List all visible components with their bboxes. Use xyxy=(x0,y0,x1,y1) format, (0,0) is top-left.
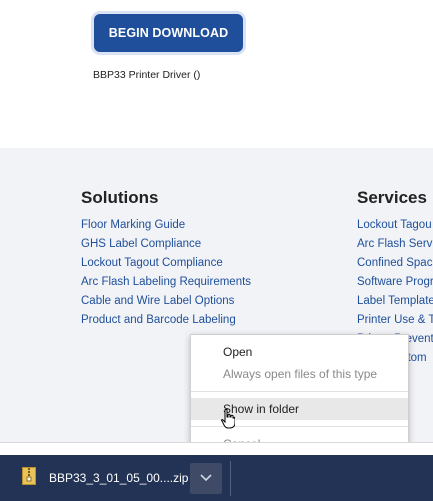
footer-link-lockout-tagout-services[interactable]: Lockout Tagou xyxy=(357,216,433,235)
footer-link-printer-use[interactable]: Printer Use & T xyxy=(357,311,433,330)
download-bar-divider xyxy=(230,461,231,496)
download-bar: BBP33_3_01_05_00....zip xyxy=(0,442,433,501)
download-context-menu: Open Always open files of this type Show… xyxy=(190,334,409,458)
footer-link-arc-flash-services[interactable]: Arc Flash Servi xyxy=(357,235,433,254)
footer-link-ghs[interactable]: GHS Label Compliance xyxy=(81,235,251,254)
footer-link-label-template[interactable]: Label Template xyxy=(357,292,433,311)
solutions-heading: Solutions xyxy=(81,188,159,207)
download-options-button[interactable] xyxy=(190,463,222,494)
menu-item-always-open[interactable]: Always open files of this type xyxy=(191,363,408,385)
download-shelf: BBP33_3_01_05_00....zip xyxy=(0,455,433,501)
mouse-cursor-icon xyxy=(221,409,235,429)
zip-file-icon xyxy=(22,467,36,485)
footer-link-lockout[interactable]: Lockout Tagout Compliance xyxy=(81,254,251,273)
footer-link-floor-marking[interactable]: Floor Marking Guide xyxy=(81,216,251,235)
menu-item-open[interactable]: Open xyxy=(191,341,408,363)
footer-link-confined-space[interactable]: Confined Space xyxy=(357,254,433,273)
solutions-column: Solutions Floor Marking Guide GHS Label … xyxy=(81,188,251,330)
footer-link-arc-flash[interactable]: Arc Flash Labeling Requirements xyxy=(81,273,251,292)
download-section: BEGIN DOWNLOAD BBP33 Printer Driver () xyxy=(0,0,433,148)
menu-separator xyxy=(191,391,408,392)
footer-link-product-barcode[interactable]: Product and Barcode Labeling xyxy=(81,311,251,330)
footer-link-cable-wire[interactable]: Cable and Wire Label Options xyxy=(81,292,251,311)
driver-label: BBP33 Printer Driver () xyxy=(93,69,201,81)
download-filename: BBP33_3_01_05_00....zip xyxy=(49,471,189,485)
download-item[interactable]: BBP33_3_01_05_00....zip xyxy=(0,455,230,501)
services-heading: Services xyxy=(357,188,427,207)
chevron-down-icon xyxy=(200,474,212,482)
footer-link-software-program[interactable]: Software Progr xyxy=(357,273,433,292)
begin-download-button[interactable]: BEGIN DOWNLOAD xyxy=(94,14,243,52)
